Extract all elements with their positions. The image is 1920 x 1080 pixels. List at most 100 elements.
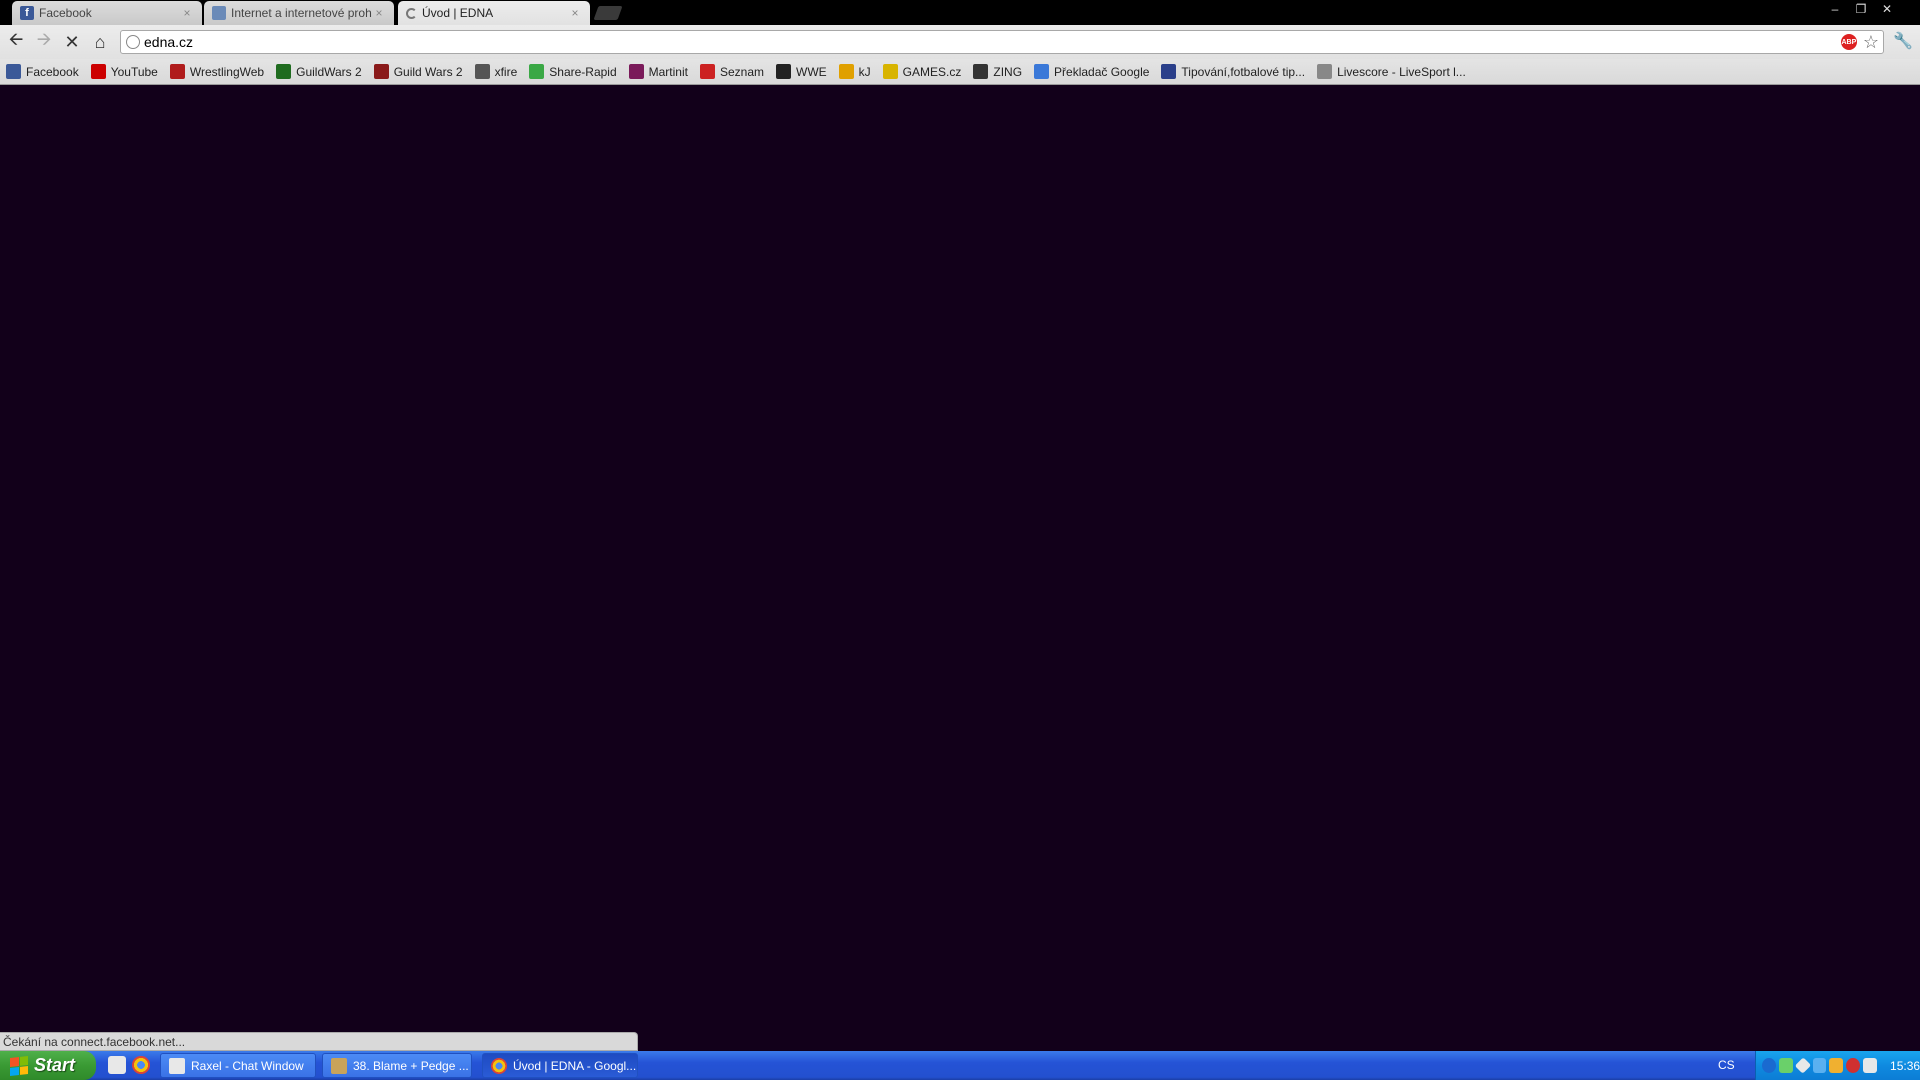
close-icon[interactable]: × — [568, 6, 582, 20]
bookmark-wwe[interactable]: WWE — [776, 64, 827, 79]
window-controls: – ❐ ✕ — [1822, 0, 1900, 18]
xfire-quicklaunch-icon[interactable] — [108, 1056, 126, 1074]
tray-network-icon[interactable] — [1778, 1058, 1793, 1073]
bookmark-label: kJ — [858, 64, 871, 79]
close-icon[interactable]: × — [180, 6, 194, 20]
address-bar[interactable]: edna.cz ABP ☆ — [120, 30, 1884, 54]
adblock-icon[interactable]: ABP — [1840, 34, 1857, 50]
bookmark-youtube[interactable]: YouTube — [90, 64, 158, 79]
taskbar-item-chat[interactable]: Raxel - Chat Window — [160, 1053, 316, 1078]
seznam-icon — [699, 64, 715, 79]
tab-title: Úvod | EDNA — [422, 6, 494, 20]
guildwars2-icon — [373, 64, 389, 79]
address-url[interactable]: edna.cz — [144, 34, 1841, 50]
xfire-icon — [474, 64, 490, 79]
facebook-icon — [6, 64, 21, 79]
kj-icon — [838, 64, 854, 79]
bookmark-label: Seznam — [719, 64, 765, 79]
tipovani-icon — [1161, 64, 1177, 79]
bookmark-zing[interactable]: ZING — [973, 64, 1022, 79]
bookmark-xfire[interactable]: xfire — [474, 64, 518, 79]
bookmark-label: xfire — [494, 64, 518, 79]
bookmark-label: ZING — [993, 64, 1023, 79]
livescore-icon — [1317, 64, 1333, 79]
facebook-icon: f — [20, 6, 34, 20]
games-cz-icon — [882, 64, 898, 79]
bookmark-livescore-livesport-l[interactable]: Livescore - LiveSport l... — [1317, 64, 1466, 79]
youtube-icon — [90, 64, 106, 79]
tab-title: Internet a internetové prohlíže — [231, 6, 372, 20]
windows-logo-icon — [10, 1055, 28, 1076]
chrome-quicklaunch-icon[interactable] — [132, 1056, 150, 1074]
bookmark-kj[interactable]: kJ — [838, 64, 871, 79]
browser-toolbar: 🡨 🡪 ✕ ⌂ edna.cz ABP ☆ — [0, 25, 1920, 59]
bookmark-guild-wars-2[interactable]: Guild Wars 2 — [373, 64, 463, 79]
bookmark-label: WrestlingWeb — [189, 64, 265, 79]
tray-diamond-icon[interactable] — [1794, 1057, 1811, 1074]
bookmark-martinit[interactable]: Martinit — [628, 64, 688, 79]
taskbar-item-chrome[interactable]: Úvod | EDNA - Googl... — [482, 1053, 638, 1078]
page-viewport[interactable] — [0, 85, 1920, 1051]
start-label: Start — [34, 1055, 76, 1075]
bookmark-label: Share-Rapid — [549, 64, 617, 79]
bookmark-wrestlingweb[interactable]: WrestlingWeb — [169, 64, 265, 79]
tab-internet[interactable]: Internet a internetové prohlíže × — [204, 1, 394, 25]
tab-title: Facebook — [39, 6, 92, 20]
minimize-icon[interactable]: – — [1822, 0, 1848, 18]
taskbar-item-label: Úvod | EDNA - Googl... — [513, 1058, 637, 1073]
restore-icon[interactable]: ❐ — [1848, 0, 1874, 18]
google-translate-icon — [1034, 64, 1050, 79]
start-button[interactable]: Start — [0, 1051, 96, 1080]
home-button[interactable]: ⌂ — [88, 30, 112, 54]
language-indicator[interactable]: CS — [1718, 1058, 1735, 1072]
browser-chrome: f Facebook × Internet a internetové proh… — [0, 0, 1920, 85]
zing-icon — [973, 64, 989, 79]
wrench-menu-icon[interactable]: 🔧 — [1892, 30, 1914, 52]
tab-strip: f Facebook × Internet a internetové proh… — [0, 0, 1920, 25]
taskbar-item-label: 38. Blame + Pedge ... — [353, 1058, 469, 1073]
bookmark-share-rapid[interactable]: Share-Rapid — [529, 64, 617, 79]
bookmark-label: Překladač Google — [1054, 64, 1150, 79]
system-tray: 15:36 — [1755, 1051, 1920, 1080]
bookmark-star-icon[interactable]: ☆ — [1863, 33, 1879, 51]
bookmark-tipov-n-fotbalov-tip[interactable]: Tipování,fotbalové tip... — [1161, 64, 1305, 79]
back-button[interactable]: 🡨 — [4, 29, 28, 54]
bookmark-label: GAMES.cz — [902, 64, 962, 79]
new-tab-button[interactable] — [593, 6, 623, 20]
taskbar-item-label: Raxel - Chat Window — [191, 1058, 304, 1073]
bookmark-seznam[interactable]: Seznam — [699, 64, 765, 79]
tray-arrow-icon[interactable] — [1762, 1058, 1776, 1073]
bookmark-label: GuildWars 2 — [296, 64, 362, 79]
tray-xfire-icon[interactable] — [1863, 1058, 1878, 1073]
taskbar-item-media[interactable]: 38. Blame + Pedge ... — [322, 1053, 472, 1078]
bookmark-label: Guild Wars 2 — [393, 64, 463, 79]
wwe-icon — [776, 64, 792, 79]
forward-button[interactable]: 🡪 — [32, 29, 56, 54]
bookmarks-bar: Facebook YouTube WrestlingWeb GuildWars 2 Gu… — [0, 59, 1920, 85]
tab-facebook[interactable]: f Facebook × — [12, 1, 202, 25]
loading-spinner-icon — [406, 7, 417, 19]
bookmark-label: YouTube — [110, 64, 158, 79]
bookmark-p-eklada-google[interactable]: Překladač Google — [1034, 64, 1149, 79]
wrestlingweb-icon — [169, 64, 185, 79]
media-player-icon — [331, 1057, 347, 1074]
quick-launch — [108, 1056, 150, 1074]
xfire-chat-icon — [169, 1057, 185, 1074]
tab-edna[interactable]: Úvod | EDNA × — [398, 1, 590, 25]
close-window-icon[interactable]: ✕ — [1874, 0, 1900, 18]
bookmark-label: Facebook — [26, 64, 79, 79]
tray-monitor-icon[interactable] — [1812, 1058, 1827, 1073]
bookmark-label: Martinit — [648, 64, 688, 79]
bookmark-games-cz[interactable]: GAMES.cz — [882, 64, 962, 79]
bookmark-label: WWE — [796, 64, 827, 79]
tray-antivirus-icon[interactable] — [1846, 1058, 1861, 1073]
stop-button[interactable]: ✕ — [60, 30, 84, 54]
share-rapid-icon — [529, 64, 545, 79]
bookmark-guildwars-2[interactable]: GuildWars 2 — [276, 64, 362, 79]
globe-icon — [126, 35, 140, 49]
close-icon[interactable]: × — [372, 6, 386, 20]
bookmark-facebook[interactable]: Facebook — [6, 64, 79, 79]
status-bubble: Čekání na connect.facebook.net... — [0, 1032, 638, 1051]
bookmark-label: Livescore - LiveSport l... — [1337, 64, 1466, 79]
tray-user-icon[interactable] — [1829, 1058, 1844, 1073]
